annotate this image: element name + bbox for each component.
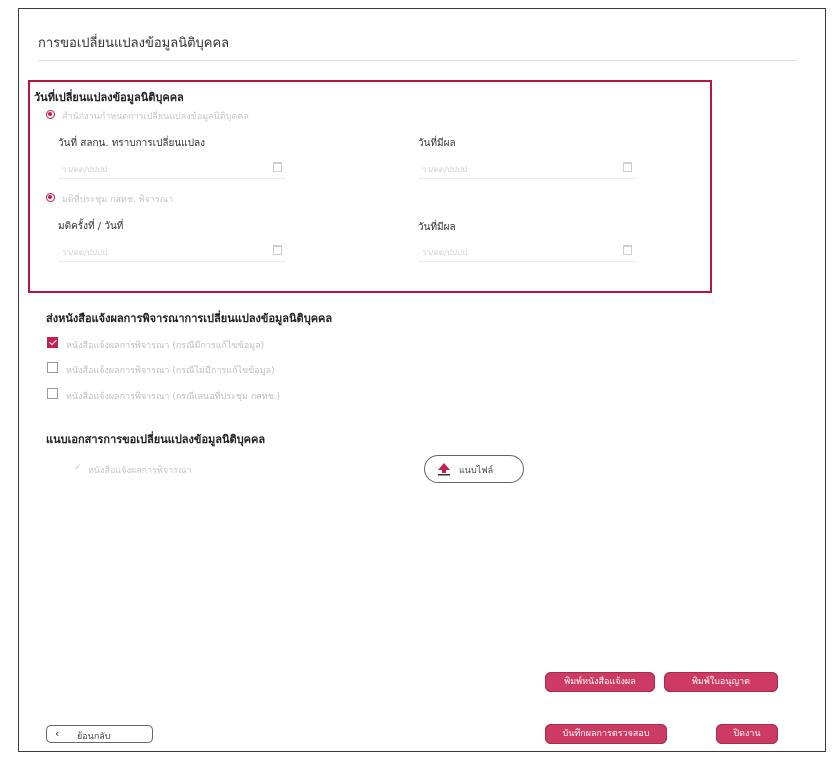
- notify-checkbox-3-label: หนังสือแจ้งผลการพิจารณา (กรณีเสนอที่ประช…: [66, 392, 281, 402]
- print-notice-button[interactable]: พิมพ์หนังสือแจ้งผล: [545, 672, 655, 692]
- office-date-placeholder: วว/ดด/ปปปป: [62, 165, 108, 174]
- radio-option-office-label: สำนักงานกำหนดการเปลี่ยนแปลงข้อมูลนิติบุค…: [62, 112, 249, 122]
- office-effective-label: วันที่มีผล: [418, 138, 456, 149]
- save-review-button[interactable]: บันทึกผลการตรวจสอบ: [545, 724, 667, 744]
- back-button[interactable]: ‹ ย้อนกลับ: [46, 725, 153, 743]
- board-resolution-label: มติครั้งที่ / วันที่: [58, 221, 124, 232]
- calendar-icon[interactable]: [623, 162, 632, 172]
- print-license-button[interactable]: พิมพ์ใบอนุญาต: [664, 672, 778, 692]
- chevron-left-icon: ‹: [55, 727, 60, 740]
- board-effective-label: วันที่มีผล: [418, 222, 456, 233]
- notify-checkbox-1[interactable]: [47, 337, 58, 348]
- office-effective-placeholder: วว/ดด/ปปปป: [422, 165, 468, 174]
- office-effective-date-input[interactable]: วว/ดด/ปปปป: [418, 160, 636, 179]
- page-title: การขอเปลี่ยนแปลงข้อมูลนิติบุคคล: [38, 36, 230, 51]
- notify-checkbox-2[interactable]: [47, 362, 58, 373]
- radio-option-office[interactable]: [46, 110, 55, 119]
- attach-section-title: แนบเอกสารการขอเปลี่ยนแปลงข้อมูลนิติบุคคล: [46, 433, 266, 446]
- notify-section-title: ส่งหนังสือแจ้งผลการพิจารณาการเปลี่ยนแปลง…: [46, 312, 333, 325]
- upload-file-button[interactable]: แนบไฟล์: [424, 455, 524, 483]
- attach-file-item: หนังสือแจ้งผลการพิจารณา: [88, 466, 192, 476]
- calendar-icon[interactable]: [623, 245, 632, 255]
- change-date-title: วันที่เปลี่ยนแปลงข้อมูลนิติบุคคล: [34, 91, 184, 104]
- upload-button-label: แนบไฟล์: [459, 466, 494, 476]
- notify-checkbox-1-label: หนังสือแจ้งผลการพิจารณา (กรณีมีการแก้ไขข…: [66, 341, 265, 351]
- board-effective-date-input[interactable]: วว/ดด/ปปปป: [418, 243, 636, 262]
- close-job-button[interactable]: ปิดงาน: [716, 724, 778, 744]
- office-date-label: วันที่ สลกน. ทราบการเปลี่ยนแปลง: [58, 138, 206, 149]
- calendar-icon[interactable]: [273, 245, 282, 255]
- calendar-icon[interactable]: [273, 162, 282, 172]
- board-resolution-input[interactable]: วว/ดด/ปปปป: [58, 243, 286, 262]
- radio-option-board-label: มติที่ประชุม กสทช. พิจารณา: [62, 195, 174, 205]
- notify-checkbox-2-label: หนังสือแจ้งผลการพิจารณา (กรณีไม่มีการแก้…: [66, 366, 275, 376]
- file-bullet-icon: ✓: [74, 463, 82, 473]
- board-resolution-placeholder: วว/ดด/ปปปป: [62, 248, 108, 257]
- back-button-label: ย้อนกลับ: [77, 732, 111, 742]
- radio-option-board[interactable]: [46, 193, 55, 202]
- board-effective-placeholder: วว/ดด/ปปปป: [422, 248, 468, 257]
- upload-icon: [438, 463, 450, 476]
- notify-checkbox-3[interactable]: [47, 388, 58, 399]
- office-date-input[interactable]: วว/ดด/ปปปป: [58, 160, 286, 179]
- title-divider: [38, 60, 798, 61]
